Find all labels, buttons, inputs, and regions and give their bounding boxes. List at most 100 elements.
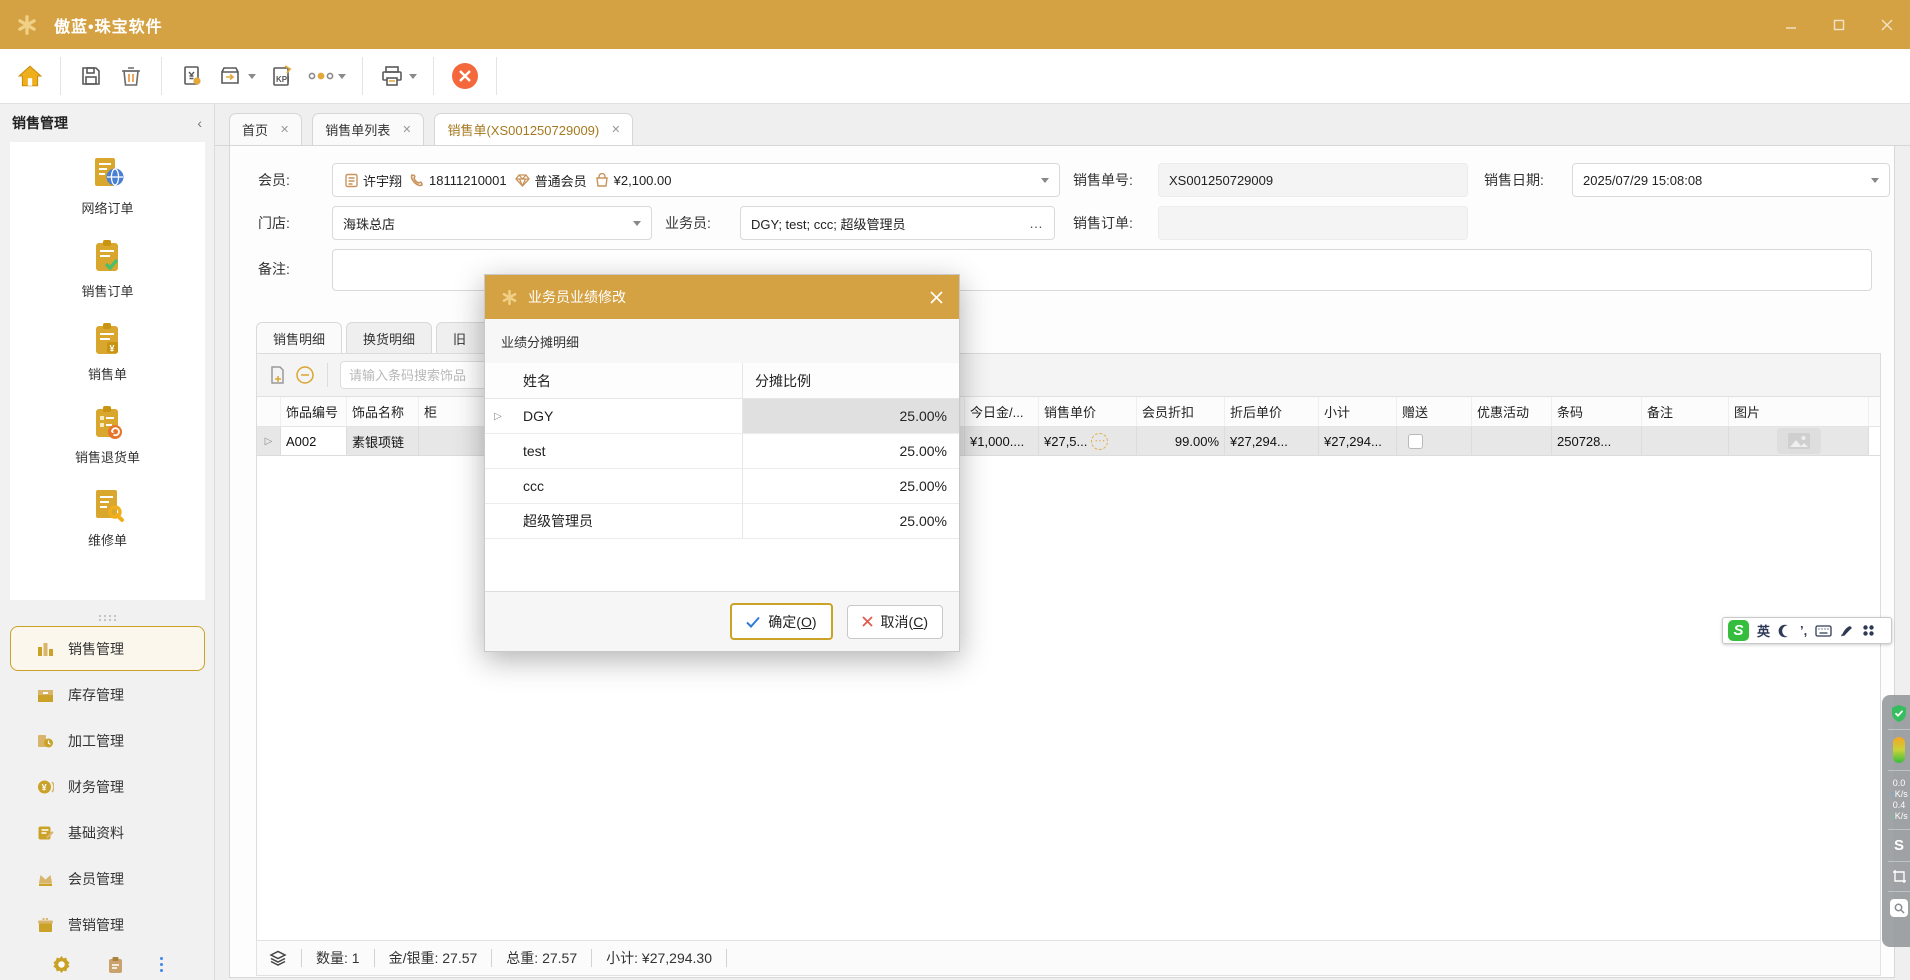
payment-button[interactable] — [172, 55, 212, 97]
date-picker[interactable]: 2025/07/29 15:08:08 — [1572, 163, 1890, 197]
share-ratio[interactable]: 25.00% — [743, 434, 959, 468]
transfer-button[interactable] — [212, 55, 262, 97]
column-header[interactable]: 备注 — [1642, 397, 1729, 426]
close-window-button[interactable] — [1878, 16, 1896, 34]
tab-sales-list[interactable]: 销售单列表 ✕ — [312, 113, 424, 145]
moon-icon[interactable] — [1778, 624, 1792, 638]
gift-checkbox[interactable] — [1408, 434, 1423, 449]
item-barcode[interactable]: 250728... — [1552, 427, 1642, 455]
dialog-row[interactable]: 超级管理员 25.00% — [485, 504, 959, 539]
tab-close-icon[interactable]: ✕ — [402, 123, 411, 136]
toolbox-grid-icon[interactable] — [1862, 624, 1875, 637]
menu-basic-data[interactable]: 基础资料 — [10, 810, 205, 855]
add-item-icon[interactable] — [267, 365, 287, 385]
column-header[interactable]: 图片 — [1729, 397, 1869, 426]
salesman-more-button[interactable]: … — [1029, 215, 1044, 231]
column-header[interactable]: 饰品名称 — [347, 397, 419, 426]
delete-button[interactable] — [111, 55, 151, 97]
chevron-down-icon[interactable] — [409, 74, 417, 79]
punctuation-icon[interactable]: ’, — [1800, 623, 1807, 638]
column-header[interactable]: 小计 — [1319, 397, 1397, 426]
item-promo[interactable] — [1472, 427, 1552, 455]
kpi-button[interactable]: KPI — [262, 55, 302, 97]
salesman-name[interactable]: 超级管理员 — [511, 504, 743, 538]
performance-gauge-icon[interactable] — [1893, 737, 1905, 763]
sogou-logo-icon[interactable]: S — [1728, 620, 1749, 641]
item-name[interactable]: 素银项链 — [347, 427, 419, 455]
salesman-name[interactable]: test — [511, 434, 743, 468]
column-header[interactable]: 折后单价 — [1225, 397, 1319, 426]
row-expand-icon[interactable]: ▷ — [494, 411, 502, 422]
tab-close-icon[interactable]: ✕ — [280, 123, 289, 136]
settings-gear-icon[interactable] — [52, 955, 71, 974]
menu-inventory[interactable]: 库存管理 — [10, 672, 205, 717]
chevron-down-icon[interactable] — [248, 74, 256, 79]
item-code[interactable]: A002 — [281, 427, 347, 455]
home-button[interactable] — [10, 55, 50, 97]
cancel-button[interactable]: 取消(C) — [847, 605, 943, 639]
dialog-row[interactable]: ccc 25.00% — [485, 469, 959, 504]
ratio-column-header[interactable]: 分摊比例 — [743, 363, 959, 398]
column-header[interactable]: 今日金/... — [965, 397, 1039, 426]
item-subtotal[interactable]: ¥27,294... — [1319, 427, 1397, 455]
price-detail-icon[interactable]: ⋯ — [1091, 433, 1108, 450]
column-header[interactable]: 销售单价 — [1039, 397, 1137, 426]
screenshot-icon[interactable] — [1892, 869, 1907, 884]
shortcut-sales-return[interactable]: 销售退货单 — [75, 405, 140, 466]
item-discounted-price[interactable]: ¥27,294... — [1225, 427, 1319, 455]
column-header[interactable]: 会员折扣 — [1137, 397, 1225, 426]
column-header[interactable]: 赠送 — [1397, 397, 1472, 426]
tab-close-icon[interactable]: ✕ — [611, 123, 620, 136]
column-header[interactable]: 饰品编号 — [281, 397, 347, 426]
more-actions-button[interactable] — [302, 55, 352, 97]
tab-sales-slip[interactable]: 销售单(XS001250729009) ✕ — [434, 113, 633, 145]
name-column-header[interactable]: 姓名 — [511, 363, 743, 398]
close-document-button[interactable] — [444, 55, 486, 97]
item-image-placeholder[interactable] — [1777, 428, 1821, 454]
salesman-name[interactable]: DGY — [511, 399, 743, 433]
remove-item-icon[interactable] — [295, 365, 315, 385]
menu-sales[interactable]: 销售管理 — [10, 626, 205, 671]
print-button[interactable] — [373, 55, 423, 97]
salesman-field[interactable]: DGY; test; ccc; 超级管理员 … — [740, 206, 1055, 240]
net-speed[interactable]: 0.0 ↑K/s 0.4 ↓K/s — [1890, 778, 1908, 822]
tab-sales-detail[interactable]: 销售明细 — [256, 322, 342, 353]
menu-finance[interactable]: ¥ 财务管理 — [10, 764, 205, 809]
dialog-header[interactable]: 业务员业绩修改 — [485, 275, 959, 319]
dialog-close-icon[interactable] — [930, 291, 943, 304]
shortcut-repair[interactable]: 维修单 — [88, 488, 127, 549]
shortcut-sales-order[interactable]: 销售订单 — [81, 239, 133, 300]
dialog-row[interactable]: test 25.00% — [485, 434, 959, 469]
sidebar-splitter[interactable] — [0, 609, 215, 623]
save-button[interactable] — [71, 55, 111, 97]
item-note[interactable] — [1642, 427, 1729, 455]
shortcut-sales-slip[interactable]: ¥ 销售单 — [88, 322, 127, 383]
ime-lang-mode[interactable]: 英 — [1757, 621, 1770, 640]
share-ratio[interactable]: 25.00% — [743, 504, 959, 538]
item-discount[interactable]: 99.00% — [1137, 427, 1225, 455]
member-combobox[interactable]: 许宇翔 18111210001 普通会员 ¥2,100.00 — [332, 163, 1060, 197]
chevron-down-icon[interactable] — [338, 74, 346, 79]
tab-home[interactable]: 首页 ✕ — [229, 113, 302, 145]
column-header[interactable]: 条码 — [1552, 397, 1642, 426]
item-price[interactable]: ¥27,5...⋯ — [1039, 427, 1137, 455]
salesman-name[interactable]: ccc — [511, 469, 743, 503]
share-ratio[interactable]: 25.00% — [743, 469, 959, 503]
tab-exchange-detail[interactable]: 换货明细 — [346, 322, 432, 353]
sogou-s-icon[interactable]: S — [1894, 837, 1904, 854]
menu-marketing[interactable]: 营销管理 — [10, 902, 205, 947]
menu-processing[interactable]: 加工管理 — [10, 718, 205, 763]
search-magnifier-icon[interactable] — [1890, 899, 1908, 917]
column-header[interactable]: 优惠活动 — [1472, 397, 1552, 426]
handwriting-icon[interactable] — [1840, 624, 1854, 637]
clipboard-icon[interactable] — [107, 956, 124, 974]
minimize-button[interactable] — [1782, 16, 1800, 34]
chevron-down-icon[interactable] — [1871, 178, 1879, 183]
chevron-down-icon[interactable] — [633, 221, 641, 226]
dialog-row[interactable]: ▷ DGY 25.00% — [485, 399, 959, 434]
item-gold-price[interactable]: ¥1,000.... — [965, 427, 1039, 455]
share-ratio[interactable]: 25.00% — [743, 399, 959, 433]
shield-check-icon[interactable] — [1891, 705, 1907, 722]
shortcut-web-order[interactable]: 网络订单 — [81, 156, 133, 217]
layers-icon[interactable] — [269, 950, 287, 966]
